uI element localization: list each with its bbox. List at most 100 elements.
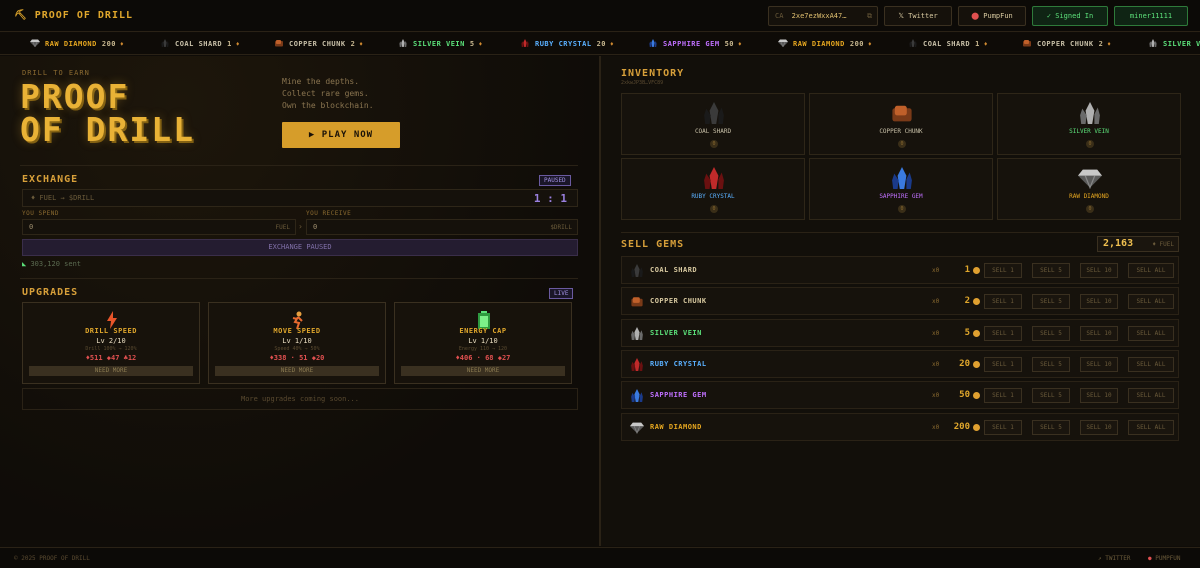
trend-icon: ♦ <box>1107 41 1112 48</box>
sell-button[interactable]: SELL 10 <box>1080 263 1118 278</box>
receive-input[interactable]: 0 $DRILL <box>306 219 578 235</box>
footer-pumpfun-link[interactable]: ● PUMPFUN <box>1148 555 1181 562</box>
inventory-item-name: RAW DIAMOND <box>1069 193 1109 200</box>
pumpfun-label: PumpFun <box>983 12 1013 20</box>
divider <box>621 232 1179 233</box>
sell-button[interactable]: SELL 5 <box>1032 419 1070 435</box>
sell-item-price: 5 <box>964 327 970 338</box>
inventory-item-count: 0 <box>898 205 906 213</box>
ticker-value: 200 <box>849 40 865 48</box>
ticker-item: SAPPHIRE GEM 50 ♦ <box>648 39 742 48</box>
exchange-pair-box: ♦ FUEL → $DRILL 1 : 1 <box>22 189 578 207</box>
gem-icon <box>30 39 40 48</box>
sell-button[interactable]: SELL ALL <box>1128 325 1174 341</box>
inventory-item-name: COAL SHARD <box>694 128 732 135</box>
hero-title-line1: PROOF <box>20 77 130 116</box>
inventory-title: INVENTORY <box>621 68 685 79</box>
inventory-slot[interactable]: RUBY CRYSTAL 0 <box>621 158 805 220</box>
top-bar: ⛏ PROOF OF DRILL CA 2xe7ezWxxA47… ⧉ 𝕏 Tw… <box>0 0 1200 32</box>
sell-button[interactable]: SELL 5 <box>1032 325 1070 341</box>
sell-button[interactable]: SELL ALL <box>1128 419 1174 435</box>
ticker-name: COAL SHARD <box>923 40 971 48</box>
sell-item-qty: x0 <box>932 423 940 431</box>
sell-item-qty: x0 <box>932 267 940 274</box>
sell-item-qty: x0 <box>932 392 940 400</box>
trend-icon: ♦ <box>983 41 988 48</box>
sell-button[interactable]: SELL 1 <box>984 388 1022 404</box>
sell-button[interactable]: SELL 1 <box>984 294 1022 310</box>
exchange-rate: 1 : 1 <box>533 192 567 205</box>
sent-text: 303,120 sent <box>30 260 82 268</box>
upgrades-status-badge: LIVE <box>549 288 574 299</box>
sell-button[interactable]: SELL 1 <box>984 356 1022 372</box>
sell-button[interactable]: SELL 10 <box>1080 419 1118 435</box>
contract-address-button[interactable]: CA 2xe7ezWxxA47… ⧉ <box>768 6 878 26</box>
sell-button[interactable]: SELL 5 <box>1032 294 1070 310</box>
sell-button[interactable]: SELL 10 <box>1080 325 1118 341</box>
gem-icon <box>160 39 170 47</box>
tagline-3: Own the blockchain. <box>282 101 374 110</box>
need-more-button[interactable]: NEED MORE <box>29 366 193 376</box>
need-more-button[interactable]: NEED MORE <box>401 366 565 376</box>
ticker-item: SILVER VEIN♦ <box>1148 39 1200 48</box>
sell-button[interactable]: SELL ALL <box>1128 356 1174 372</box>
username-button[interactable]: miner11111 <box>1114 6 1188 26</box>
coin-icon <box>973 392 980 400</box>
footer-twitter-link[interactable]: ↗ TWITTER <box>1098 555 1131 562</box>
sell-button[interactable]: SELL ALL <box>1128 294 1174 310</box>
upgrade-name: MOVE SPEED <box>273 327 321 335</box>
spend-input[interactable]: 0 FUEL <box>22 219 296 235</box>
sell-button[interactable]: SELL ALL <box>1128 263 1174 278</box>
coin-icon <box>973 360 980 368</box>
sell-button[interactable]: SELL 1 <box>984 263 1022 278</box>
need-more-button[interactable]: NEED MORE <box>215 366 379 376</box>
sell-button[interactable]: SELL 1 <box>984 325 1022 341</box>
logo[interactable]: ⛏ PROOF OF DRILL <box>14 10 133 21</box>
copy-icon: ⧉ <box>867 12 872 20</box>
ticker-item: COPPER CHUNK 2 ♦ <box>274 39 363 48</box>
signed-in-button[interactable]: ✓ Signed In <box>1032 6 1108 26</box>
inventory-slot[interactable]: COAL SHARD 0 <box>621 93 805 155</box>
inventory-item-count: 0 <box>710 205 718 213</box>
ticker-name: RAW DIAMOND <box>793 40 845 48</box>
pumpfun-button[interactable]: ⬤ PumpFun <box>958 6 1026 26</box>
gem-icon <box>778 39 788 48</box>
sell-button[interactable]: SELL 10 <box>1080 356 1118 372</box>
you-receive-label: YOU RECEIVE <box>306 210 352 217</box>
ticker-value: 200 <box>101 40 117 48</box>
sell-item-qty: x0 <box>932 298 940 306</box>
sell-button[interactable]: SELL ALL <box>1128 388 1174 404</box>
sell-button[interactable]: SELL 1 <box>984 419 1022 435</box>
more-upgrades-note: More upgrades coming soon... <box>22 388 578 410</box>
ticker-value: 50 <box>724 40 735 48</box>
sell-button[interactable]: SELL 5 <box>1032 388 1070 404</box>
sell-item-name: RUBY CRYSTAL <box>650 359 707 368</box>
ticker-value: 5 <box>469 40 475 48</box>
exchange-paused-button[interactable]: EXCHANGE PAUSED <box>22 239 578 256</box>
inventory-slot[interactable]: SAPPHIRE GEM 0 <box>809 158 993 220</box>
ticker-item: RAW DIAMOND 200 ♦ <box>778 39 872 48</box>
gem-icon <box>648 39 658 47</box>
coin-icon <box>973 298 980 306</box>
sell-item-price: 50 <box>959 390 970 401</box>
pill-icon: ⬤ <box>971 12 980 20</box>
inventory-slot[interactable]: RAW DIAMOND 0 <box>997 158 1181 220</box>
ticker-value: 20 <box>596 40 607 48</box>
inventory-item-name: SILVER VEIN <box>1069 128 1109 135</box>
upgrade-level: Lv 2/10 <box>96 337 126 345</box>
upgrade-level: Lv 1/10 <box>282 337 312 345</box>
sell-item-price: 1 <box>964 265 970 275</box>
twitter-button[interactable]: 𝕏 Twitter <box>884 6 952 26</box>
gem-icon <box>274 39 284 47</box>
inventory-slot[interactable]: COPPER CHUNK 0 <box>809 93 993 155</box>
upgrade-card-move-speed: MOVE SPEED Lv 1/10 Speed 40% → 50% ♦338 … <box>208 302 386 384</box>
sell-button[interactable]: SELL 10 <box>1080 388 1118 404</box>
sell-button[interactable]: SELL 5 <box>1032 263 1070 278</box>
sell-button[interactable]: SELL 5 <box>1032 356 1070 372</box>
play-now-button[interactable]: ▶ PLAY NOW <box>282 122 400 148</box>
sell-gems-title: SELL GEMS <box>621 239 685 250</box>
inventory-slot[interactable]: SILVER VEIN 0 <box>997 93 1181 155</box>
trend-icon: ♦ <box>610 41 615 48</box>
sell-button[interactable]: SELL 10 <box>1080 294 1118 310</box>
inventory-item-name: COPPER CHUNK <box>879 128 923 135</box>
